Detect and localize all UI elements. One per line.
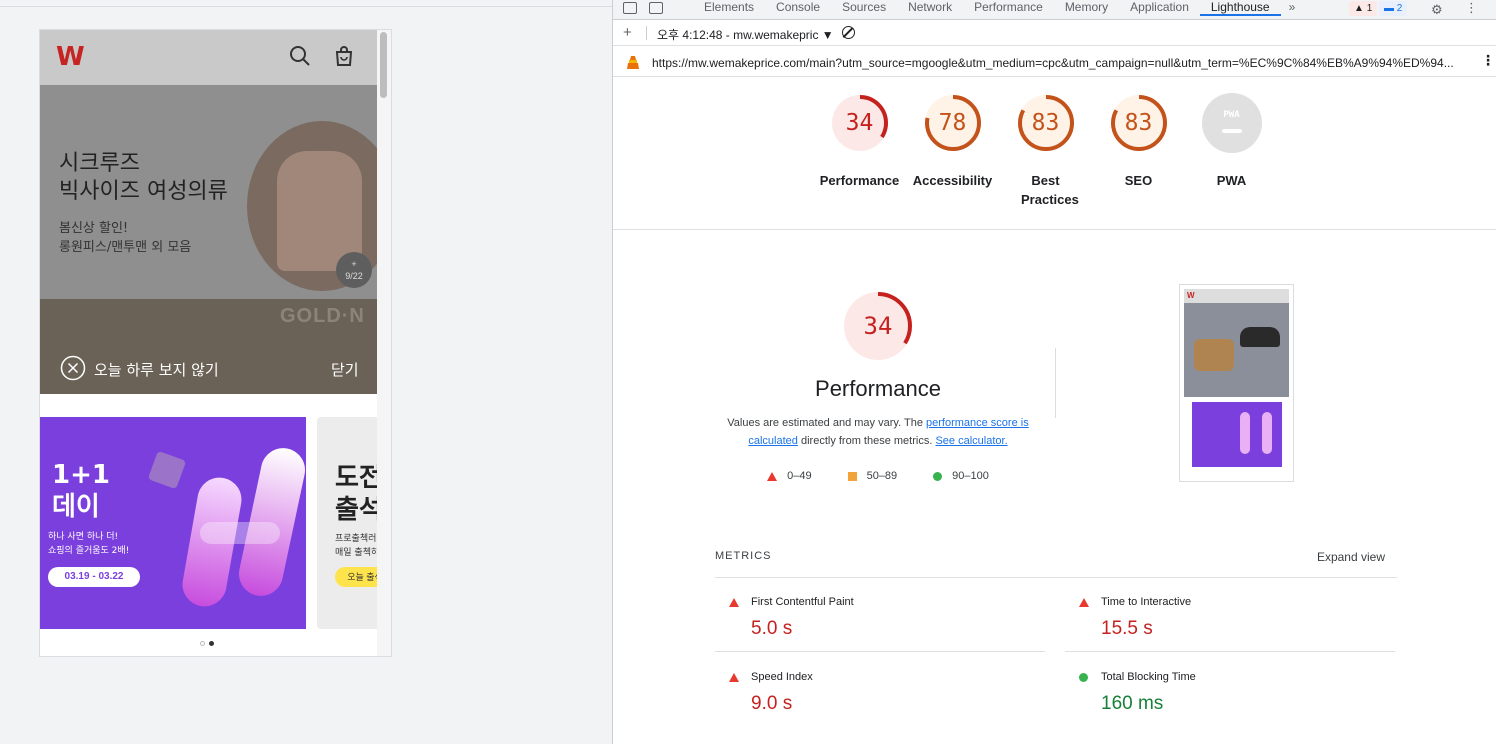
clear-reports-icon[interactable] <box>842 26 855 39</box>
category-gauges: 34 Performance 78 Accessibility 83 Best Pract… <box>813 93 1278 209</box>
site-logo[interactable]: W <box>56 42 85 72</box>
mobile-viewport[interactable]: W 시크루즈 빅사이즈 여성의류 봄신상 할인! 롱원피스/맨투맨 외 모음 +… <box>39 29 392 657</box>
metric-total-blocking-time[interactable]: Total Blocking Time 160 ms <box>1065 655 1395 727</box>
site-header: W <box>40 30 379 85</box>
metrics-heading: METRICS <box>715 550 772 562</box>
devtools-tabs: Elements Console Sources Network Performance… <box>693 0 1303 16</box>
more-tabs-button[interactable]: » <box>1281 0 1304 16</box>
metrics-header: METRICS Expand view <box>715 550 1397 578</box>
score-legend: 0–49 50–89 90–100 <box>713 470 1043 482</box>
gauge-performance[interactable]: 34 Performance <box>813 93 906 209</box>
gauge-score: 83 <box>1124 110 1153 136</box>
expand-view-toggle[interactable]: Expand view <box>1317 550 1385 564</box>
gauge-score: 78 <box>938 110 967 136</box>
device-toolbar-icon[interactable] <box>649 2 663 14</box>
vertical-divider <box>1055 348 1056 418</box>
section-divider <box>613 229 1496 230</box>
gauge-best-practices[interactable]: 83 Best Practices <box>999 93 1092 209</box>
audited-url: https://mw.wemakeprice.com/main?utm_sour… <box>652 56 1454 70</box>
performance-summary: 34 Performance Values are estimated and … <box>713 290 1043 482</box>
search-icon[interactable] <box>288 44 312 68</box>
promo-gold-text: GOLD·N <box>280 305 365 327</box>
carousel-dots <box>200 641 214 646</box>
performance-gauge[interactable]: 34 <box>842 290 914 362</box>
report-url-bar: https://mw.wemakeprice.com/main?utm_sour… <box>613 47 1496 77</box>
final-screenshot-thumbnail[interactable]: W <box>1179 284 1294 482</box>
lighthouse-logo-icon <box>627 56 639 69</box>
device-preview-pane: W 시크루즈 빅사이즈 여성의류 봄신상 할인! 롱원피스/맨투맨 외 모음 +… <box>0 0 612 744</box>
devtools-tabbar: Elements Console Sources Network Performance… <box>613 0 1496 20</box>
scrollbar-thumb[interactable] <box>380 32 387 98</box>
thumbnail-logo: W <box>1187 291 1195 300</box>
more-options-icon[interactable]: ⋮ <box>1465 0 1478 16</box>
tab-console[interactable]: Console <box>765 0 831 16</box>
card-subtitle: 하나 사면 하나 더! 쇼핑의 즐거움도 2배! <box>48 532 130 556</box>
carousel-dot-active[interactable] <box>209 641 214 646</box>
promo-card-1plus1[interactable]: 1+1 데이 하나 사면 하나 더! 쇼핑의 즐거움도 2배! 03.19 - … <box>40 417 306 629</box>
carousel-dot[interactable] <box>200 641 205 646</box>
card-title: 1+1 데이 <box>52 460 110 522</box>
shopping-bag-icon[interactable] <box>332 44 356 68</box>
card-title: 도전 출석 <box>335 463 379 525</box>
gauge-score: 83 <box>1031 110 1060 136</box>
gauge-seo[interactable]: 83 SEO <box>1092 93 1185 209</box>
viewport-scrollbar[interactable] <box>377 30 391 656</box>
decorative-shape <box>200 522 280 544</box>
devtools-panel: Elements Console Sources Network Performance… <box>612 0 1496 744</box>
close-circle-icon[interactable] <box>60 355 86 381</box>
gauge-label: Best Practices <box>1021 173 1079 207</box>
card-subtitle: 프로출첵러 매일 출첵하 <box>335 534 379 558</box>
toolbar-divider <box>0 6 612 7</box>
hide-today-button[interactable]: 오늘 하루 보지 않기 <box>94 359 219 380</box>
hero-title: 시크루즈 빅사이즈 여성의류 <box>59 151 228 204</box>
tab-memory[interactable]: Memory <box>1054 0 1119 16</box>
pwa-dash-icon <box>1221 129 1242 133</box>
metric-speed-index[interactable]: Speed Index 9.0 s <box>715 655 1045 727</box>
tab-network[interactable]: Network <box>897 0 963 16</box>
gauge-label: SEO <box>1124 173 1153 188</box>
inspect-element-icon[interactable] <box>623 2 637 14</box>
metric-time-to-interactive[interactable]: Time to Interactive 15.5 s <box>1065 580 1395 652</box>
gauge-label: Accessibility <box>912 173 993 188</box>
pass-circle-icon <box>933 471 943 481</box>
promo-card-attendance[interactable]: 도전 출석 프로출첵러 매일 출첵하 오늘 출석 <box>317 417 379 629</box>
performance-title: Performance <box>815 376 941 401</box>
see-calculator-link[interactable]: See calculator. <box>935 435 1007 447</box>
hero-banner[interactable]: 시크루즈 빅사이즈 여성의류 봄신상 할인! 롱원피스/맨투맨 외 모음 + 9… <box>40 85 379 299</box>
fail-triangle-icon <box>729 673 739 682</box>
popup-dismiss-row: 오늘 하루 보지 않기 닫기 <box>40 348 379 388</box>
gauge-pwa[interactable]: PWA PWA <box>1185 93 1278 209</box>
gauge-accessibility[interactable]: 78 Accessibility <box>906 93 999 209</box>
gift-box-graphic <box>147 450 187 490</box>
gauge-label: PWA <box>1216 173 1247 188</box>
banner-page-indicator[interactable]: + 9/22 <box>336 252 372 288</box>
gauge-score: 34 <box>845 110 874 136</box>
fail-triangle-icon <box>767 471 778 481</box>
close-popup-button[interactable]: 닫기 <box>331 359 359 380</box>
popup-sheet: 1+1 데이 하나 사면 하나 더! 쇼핑의 즐거움도 2배! 03.19 - … <box>40 394 379 656</box>
average-square-icon <box>847 471 857 481</box>
fail-triangle-icon <box>729 598 739 607</box>
fail-triangle-icon <box>1079 598 1089 607</box>
date-pill: 03.19 - 03.22 <box>48 567 140 587</box>
tab-sources[interactable]: Sources <box>831 0 897 16</box>
tab-elements[interactable]: Elements <box>693 0 765 16</box>
lighthouse-report-bar: + 오후 4:12:48 - mw.wemakepric ▼ <box>613 21 1496 46</box>
tab-performance[interactable]: Performance <box>963 0 1054 16</box>
report-menu-icon[interactable]: ⋮ <box>1481 52 1495 69</box>
error-count-badge[interactable]: ▲ 1 <box>1349 1 1378 16</box>
hero-subtitle: 봄신상 할인! 롱원피스/맨투맨 외 모음 <box>59 221 192 255</box>
tab-lighthouse[interactable]: Lighthouse <box>1199 0 1281 16</box>
new-report-icon[interactable]: + <box>623 24 632 41</box>
performance-description: Values are estimated and may vary. The p… <box>727 417 1029 447</box>
attendance-button[interactable]: 오늘 출석 <box>335 567 379 587</box>
message-count-badge[interactable]: ▬ 2 <box>1379 1 1408 16</box>
tab-application[interactable]: Application <box>1119 0 1200 16</box>
metric-first-contentful-paint[interactable]: First Contentful Paint 5.0 s <box>715 580 1045 652</box>
gauge-label: Performance <box>819 173 900 188</box>
report-selector[interactable]: 오후 4:12:48 - mw.wemakepric ▼ <box>657 26 834 43</box>
gear-icon[interactable]: ⚙ <box>1431 2 1443 18</box>
pass-circle-icon <box>1079 673 1088 682</box>
